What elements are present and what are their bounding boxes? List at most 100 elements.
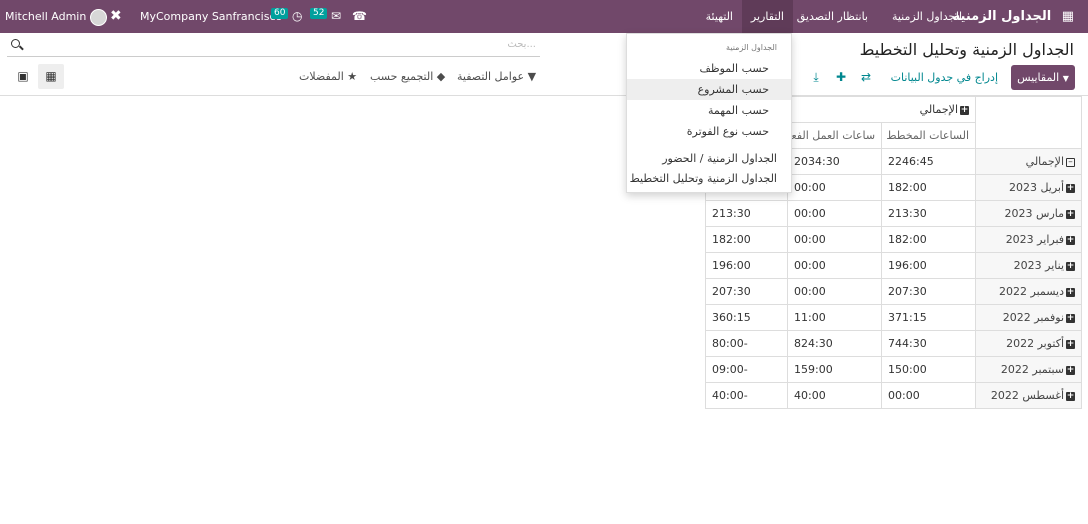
chat-icon: ✉: [330, 9, 342, 23]
menu-item-by-project[interactable]: حسب المشروع: [627, 79, 791, 100]
row-header[interactable]: +ديسمبر 2022: [975, 278, 1083, 305]
pivot-cell[interactable]: 00:00: [787, 252, 883, 279]
measure-header[interactable]: ساعات العمل الفعلية: [787, 122, 883, 149]
pivot-row: +ديسمبر 2022 207:30 00:00 207:30: [704, 278, 1083, 305]
download-icon[interactable]: ⤓: [808, 65, 824, 90]
pivot-cell[interactable]: 2246:45: [881, 148, 977, 175]
pivot-corner: [975, 96, 1083, 149]
expand-all-icon[interactable]: ✚: [833, 65, 849, 90]
user-menu[interactable]: Mitchell Admin: [5, 0, 111, 33]
expand-plus-icon: +: [1066, 338, 1076, 349]
pivot-cell[interactable]: 824:30: [787, 330, 883, 357]
apps-grid-icon[interactable]: ▦: [1062, 0, 1074, 33]
menu-timesheets[interactable]: الجداول الزمنية: [892, 0, 962, 33]
menu-to-validate[interactable]: بانتظار التصديق: [797, 0, 868, 33]
measures-label: المقاييس: [1017, 71, 1060, 84]
search-icon: [11, 39, 20, 48]
debug-tools-icon[interactable]: ✖: [110, 0, 122, 33]
row-label: أكتوبر 2022: [1006, 337, 1065, 350]
pivot-cell[interactable]: 744:30: [881, 330, 977, 357]
expand-plus-icon: +: [1066, 390, 1076, 401]
expand-plus-icon: +: [1066, 260, 1076, 271]
pivot-cell[interactable]: 00:00: [881, 382, 977, 409]
pivot-cell[interactable]: 11:00: [787, 304, 883, 331]
pivot-cell[interactable]: 182:00: [881, 174, 977, 201]
pivot-cell[interactable]: 182:00: [704, 226, 789, 253]
pivot-cell[interactable]: 00:00: [787, 174, 883, 201]
top-navbar: الجداول الزمنية ▦ الجداول الزمنية بانتظا…: [0, 0, 1088, 33]
menu-reporting[interactable]: التقارير: [741, 0, 793, 33]
pivot-row: +مارس 2023 213:30 00:00 213:30: [704, 200, 1083, 227]
layers-icon: ◆: [436, 70, 446, 83]
flip-axis-icon[interactable]: ⇄: [858, 65, 874, 90]
row-label: الإجمالي: [1025, 155, 1065, 168]
pivot-cell[interactable]: 213:30: [704, 200, 789, 227]
row-label: نوفمبر 2022: [1002, 311, 1065, 324]
pivot-cell[interactable]: 182:00: [881, 226, 977, 253]
pivot-cell[interactable]: 00:00: [787, 226, 883, 253]
company-switcher[interactable]: MyCompany Sanfrancisco: [140, 0, 282, 33]
favorites-label: المفضلات: [299, 70, 344, 83]
pivot-cell[interactable]: 207:30: [704, 278, 789, 305]
group-by-button[interactable]: التجميع حسب ◆: [370, 70, 445, 83]
filters-label: عوامل التصفية: [457, 70, 525, 83]
pivot-cell[interactable]: 196:00: [704, 252, 789, 279]
pivot-cell[interactable]: 150:00: [881, 356, 977, 383]
user-name: Mitchell Admin: [5, 10, 87, 23]
menu-item-timesheets-planning-analysis[interactable]: الجداول الزمنية وتحليل التخطيط: [627, 168, 791, 189]
row-header[interactable]: +مارس 2023: [975, 200, 1083, 227]
row-header[interactable]: +يناير 2023: [975, 252, 1083, 279]
row-header[interactable]: +نوفمبر 2022: [975, 304, 1083, 331]
pivot-row: +فبراير 2023 182:00 00:00 182:00: [704, 226, 1083, 253]
pivot-cell[interactable]: 207:30: [881, 278, 977, 305]
pivot-cell[interactable]: 159:00: [787, 356, 883, 383]
star-icon: ★: [347, 70, 358, 83]
menu-configuration[interactable]: التهيئة: [706, 0, 733, 33]
collapse-minus-icon: –: [1066, 157, 1076, 167]
row-label: فبراير 2023: [1005, 233, 1065, 246]
pivot-cell[interactable]: 09:00-: [704, 356, 789, 383]
menu-item-timesheets-attendance[interactable]: الجداول الزمنية / الحضور: [627, 148, 791, 169]
menu-item-by-employee[interactable]: حسب الموظف: [627, 58, 791, 79]
insert-in-spreadsheet-button[interactable]: إدراج في جدول البيانات: [891, 65, 998, 90]
row-label: أبريل 2023: [1008, 181, 1065, 194]
graph-view-icon[interactable]: ▣: [10, 64, 36, 89]
expand-plus-icon: +: [1066, 312, 1076, 323]
pivot-cell[interactable]: 360:15: [704, 304, 789, 331]
pivot-cell[interactable]: 196:00: [881, 252, 977, 279]
row-header[interactable]: +أبريل 2023: [975, 174, 1083, 201]
menu-item-by-billing-type[interactable]: حسب نوع الفوترة: [627, 121, 791, 142]
expand-plus-icon: +: [1066, 364, 1076, 375]
expand-plus-icon: +: [1066, 208, 1076, 219]
row-header[interactable]: +فبراير 2023: [975, 226, 1083, 253]
dropdown-section-header: الجداول الزمنية: [726, 43, 777, 52]
favorites-button[interactable]: المفضلات ★: [299, 70, 357, 83]
row-header[interactable]: +أغسطس 2022: [975, 382, 1083, 409]
app-title[interactable]: الجداول الزمنية ▦: [953, 0, 1074, 33]
activity-menu[interactable]: 60 ◷: [271, 0, 302, 33]
filters-button[interactable]: عوامل التصفية ▼: [457, 70, 536, 83]
row-label: أغسطس 2022: [990, 389, 1065, 402]
pivot-cell[interactable]: 00:00: [787, 278, 883, 305]
pivot-cell[interactable]: 80:00-: [704, 330, 789, 357]
row-header[interactable]: +أكتوبر 2022: [975, 330, 1083, 357]
pivot-cell[interactable]: 371:15: [881, 304, 977, 331]
pivot-cell[interactable]: 2034:30: [787, 148, 883, 175]
pivot-view-icon[interactable]: ▦: [38, 64, 64, 89]
row-header-total[interactable]: –الإجمالي: [975, 148, 1083, 175]
messaging-menu[interactable]: 52 ✉: [310, 0, 341, 33]
expand-plus-icon: +: [1066, 286, 1076, 297]
pivot-cell[interactable]: 213:30: [881, 200, 977, 227]
activity-badge: 60: [271, 8, 289, 19]
expand-plus-icon: +: [1066, 182, 1076, 193]
pivot-cell[interactable]: 40:00: [787, 382, 883, 409]
row-header[interactable]: +سبتمبر 2022: [975, 356, 1083, 383]
app-name: الجداول الزمنية: [952, 9, 1052, 24]
menu-item-by-task[interactable]: حسب المهمة: [627, 100, 791, 121]
search-bar[interactable]: بحث...: [7, 37, 540, 57]
pivot-cell[interactable]: 40:00-: [704, 382, 789, 409]
phone-icon[interactable]: ☎: [352, 0, 367, 33]
measures-button[interactable]: المقاييس ▼: [1011, 65, 1075, 90]
measure-header[interactable]: الساعات المخطط لها: [881, 122, 977, 149]
pivot-cell[interactable]: 00:00: [787, 200, 883, 227]
